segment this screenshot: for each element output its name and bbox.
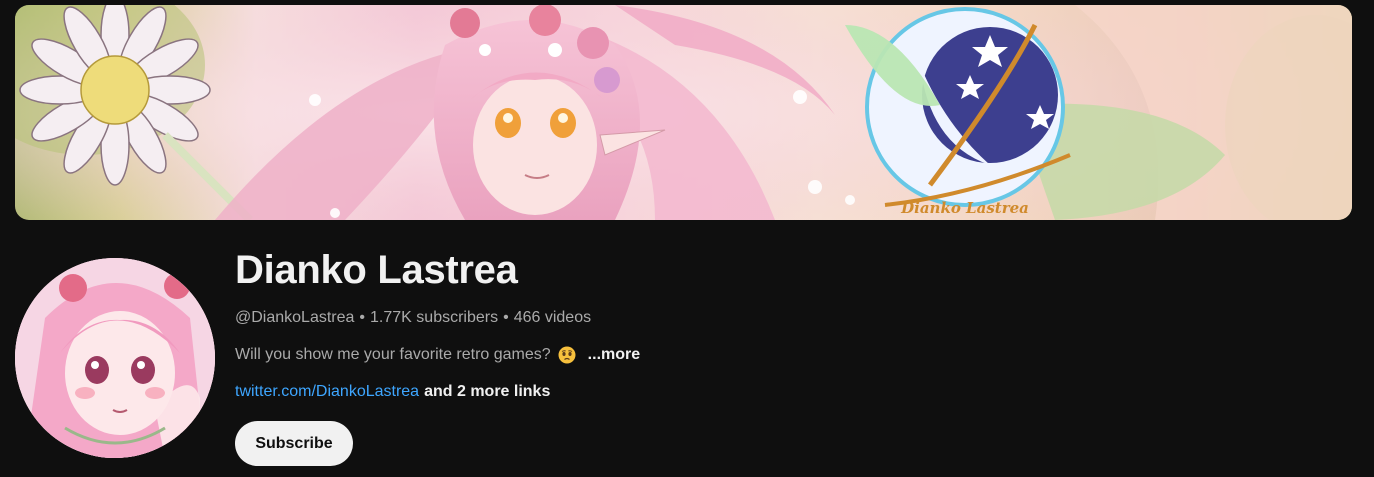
channel-info: Dianko Lastrea @DiankoLastrea • 1.77K subs… [235, 245, 1335, 403]
channel-avatar[interactable] [15, 258, 215, 458]
banner-artwork: Dianko Lastrea [15, 5, 1352, 220]
meta-separator: • [359, 309, 366, 326]
channel-header: Dianko Lastrea Dianko Lastrea @DiankoLas… [0, 0, 1374, 477]
channel-handle: @DiankoLastrea [235, 309, 355, 326]
subscriber-count: 1.77K subscribers [370, 309, 499, 326]
more-links-button[interactable]: and 2 more links [424, 383, 550, 400]
channel-links: twitter.com/DiankoLastrea and 2 more link… [235, 381, 1335, 403]
channel-description[interactable]: Will you show me your favorite retro gam… [235, 344, 1335, 366]
twitter-link[interactable]: twitter.com/DiankoLastrea [235, 383, 419, 400]
pleading-face-emoji-icon [558, 346, 576, 364]
logo-text: Dianko Lastrea [900, 199, 1029, 217]
channel-name: Dianko Lastrea [235, 248, 518, 292]
description-text: Will you show me your favorite retro gam… [235, 346, 551, 363]
channel-banner: Dianko Lastrea [15, 5, 1352, 220]
subscribe-button[interactable]: Subscribe [235, 421, 353, 466]
more-button[interactable]: ...more [588, 344, 640, 366]
avatar-artwork [15, 258, 215, 458]
meta-separator: • [503, 309, 509, 326]
video-count: 466 videos [513, 309, 592, 326]
channel-meta: @DiankoLastrea • 1.77K subscribers • 466 vid… [235, 307, 1335, 329]
